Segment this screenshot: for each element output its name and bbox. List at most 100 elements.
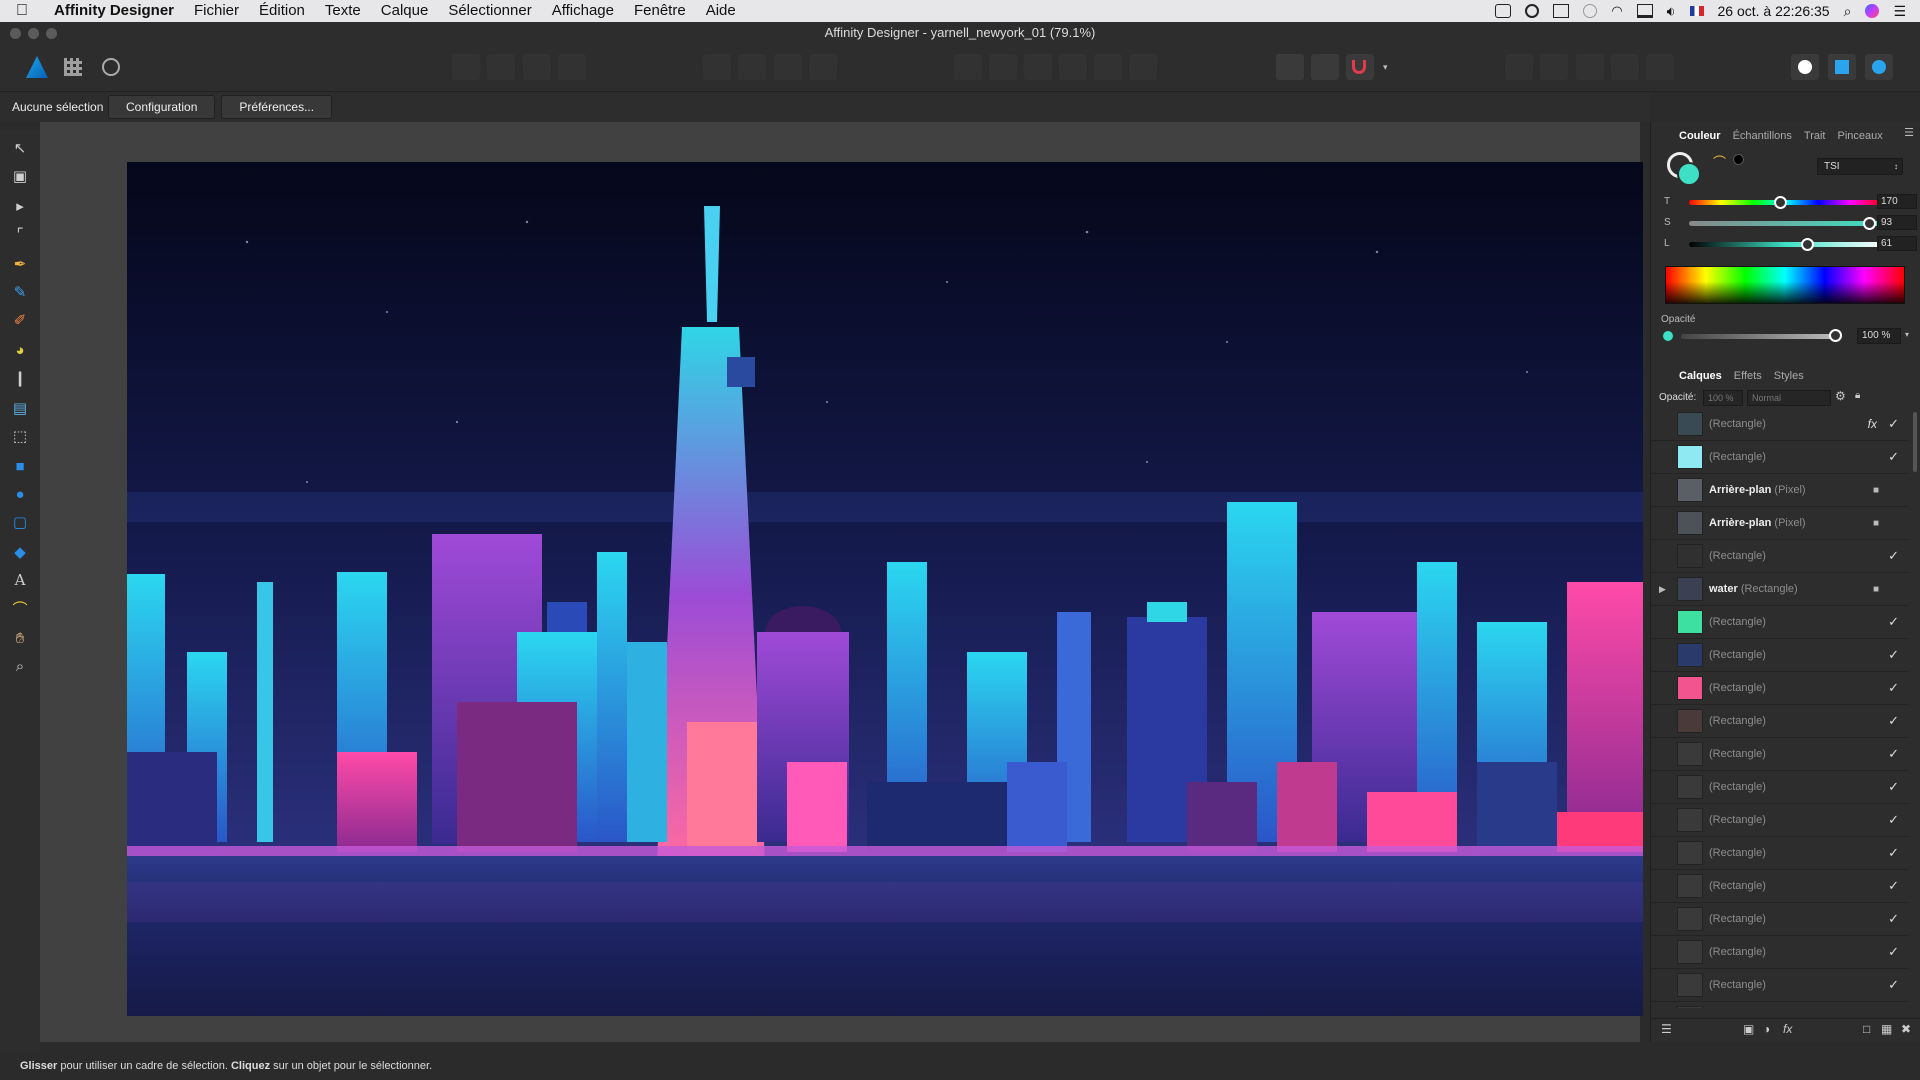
layer-row[interactable]: (Rectangle) ✓ (1651, 441, 1909, 474)
layer-visibility-checkbox[interactable]: ✓ (1888, 911, 1899, 927)
align-top-button[interactable] (1059, 54, 1087, 80)
text-tool-icon[interactable]: A (10, 570, 30, 590)
layer-lock-icon[interactable]: ■ (1873, 485, 1879, 496)
layers-scrollbar[interactable] (1913, 412, 1917, 472)
menu-calque[interactable]: Calque (371, 0, 439, 22)
add-layer-icon[interactable]: □ (1863, 1022, 1870, 1036)
layer-row[interactable]: (Rectangle) ✓ (1651, 936, 1909, 969)
tab-calques[interactable]: Calques (1673, 370, 1728, 382)
close-window-button[interactable] (10, 28, 21, 39)
boolean-intersect-button[interactable] (1576, 54, 1604, 80)
siri-icon[interactable] (1865, 4, 1880, 18)
flip-horizontal-button[interactable] (703, 54, 731, 80)
flag-fr-icon[interactable] (1689, 6, 1704, 16)
mask-layer-icon[interactable]: ▣ (1743, 1022, 1754, 1036)
layer-visibility-checkbox[interactable]: ✓ (1888, 416, 1899, 432)
transparency-tool-icon[interactable]: ❙ (10, 368, 30, 388)
pen-tool-icon[interactable]: ✒ (10, 254, 30, 274)
insert-inside-icon[interactable] (1791, 54, 1819, 80)
layer-fx-icon[interactable]: fx (1868, 417, 1877, 431)
blend-mode-select[interactable]: Normal (1747, 390, 1831, 406)
export-persona-icon[interactable] (102, 58, 120, 76)
saturation-track[interactable] (1689, 221, 1883, 226)
boolean-xor-button[interactable] (1611, 54, 1639, 80)
configuration-button[interactable]: Configuration (108, 95, 216, 119)
layer-row[interactable]: (Rectangle) ✓ (1651, 969, 1909, 1002)
layer-visibility-checkbox[interactable]: ✓ (1888, 548, 1899, 564)
time-machine-icon[interactable] (1583, 4, 1598, 18)
eyedropper-icon[interactable]: ⌒ (1713, 152, 1726, 171)
layer-visibility-checkbox[interactable]: ✓ (1888, 746, 1899, 762)
hue-knob[interactable] (1774, 196, 1788, 209)
layer-visibility-checkbox[interactable]: ✓ (1888, 977, 1899, 993)
align-bottom-button[interactable] (1129, 54, 1157, 80)
layer-visibility-checkbox[interactable]: ✓ (1888, 614, 1899, 630)
node-tool-icon[interactable]: ▸ (10, 196, 30, 216)
ellipse-tool-icon[interactable]: ● (10, 484, 30, 504)
layer-lock-icon[interactable]: 🔒︎ (1855, 390, 1860, 401)
shape-tool-icon[interactable]: ◆ (10, 542, 30, 562)
fill-tool-icon[interactable]: ◕ (10, 340, 30, 360)
creative-cloud-icon[interactable] (1525, 4, 1540, 18)
menu-selectionner[interactable]: Sélectionner (438, 0, 541, 22)
layer-lock-icon[interactable]: ■ (1873, 584, 1879, 595)
saturation-value[interactable]: 93 (1877, 215, 1917, 230)
layer-row[interactable]: ▶ water (Rectangle) ■ (1651, 573, 1909, 606)
rounded-rectangle-tool-icon[interactable]: ▢ (10, 512, 30, 532)
flip-vertical-button[interactable] (738, 54, 766, 80)
layer-row[interactable]: (Rectangle) ✓ (1651, 738, 1909, 771)
layer-row[interactable]: (Rectangle) fx ✓ (1651, 408, 1909, 441)
wifi-icon[interactable]: ◠ (1611, 3, 1622, 19)
menu-app[interactable]: Affinity Designer (42, 0, 184, 22)
layer-visibility-checkbox[interactable]: ✓ (1888, 845, 1899, 861)
layer-row[interactable]: (Rectangle) ✓ (1651, 705, 1909, 738)
fill-swatch[interactable] (1677, 162, 1701, 186)
notification-center-icon[interactable]: ☰ (1893, 3, 1906, 20)
layer-visibility-checkbox[interactable]: ✓ (1888, 647, 1899, 663)
add-pixel-layer-icon[interactable]: ▦ (1881, 1022, 1892, 1036)
corner-tool-icon[interactable]: ⌜ (10, 224, 30, 244)
boolean-divide-button[interactable] (1646, 54, 1674, 80)
snapping-magnet-icon[interactable] (1346, 54, 1374, 80)
align-left-button[interactable] (954, 54, 982, 80)
zoom-tool-icon[interactable]: ⌕ (10, 656, 30, 676)
snapping-options-icon[interactable] (1311, 54, 1339, 80)
layer-visibility-checkbox[interactable]: ✓ (1888, 779, 1899, 795)
color-picker-tool-icon[interactable]: ⌒ (10, 598, 30, 618)
vector-brush-tool-icon[interactable]: ✐ (10, 310, 30, 330)
adjustment-layer-icon[interactable]: ◑ (1763, 1022, 1770, 1036)
artboard-newyork-illustration[interactable] (127, 162, 1643, 1016)
task-icon[interactable] (1495, 4, 1512, 18)
delete-layer-icon[interactable]: ✖ (1901, 1022, 1911, 1036)
layer-visibility-checkbox[interactable]: ✓ (1888, 449, 1899, 465)
color-model-select[interactable]: TSI ↕ (1817, 158, 1903, 175)
arrange-front-button[interactable] (558, 54, 586, 80)
insert-behind-icon[interactable] (1828, 54, 1856, 80)
arrange-forward-button[interactable] (523, 54, 551, 80)
layer-visibility-checkbox[interactable]: ✓ (1888, 713, 1899, 729)
rotate-right-button[interactable] (809, 54, 837, 80)
layers-opacity-field[interactable]: 100 % (1703, 390, 1743, 406)
clock-text[interactable]: 26 oct. à 22:26:35 (1718, 3, 1830, 19)
spotlight-search-icon[interactable]: ⌕ (1844, 3, 1852, 20)
apple-icon[interactable]:  (16, 2, 42, 20)
menu-edition[interactable]: Édition (249, 0, 315, 22)
pixel-persona-icon[interactable] (64, 58, 82, 76)
align-middle-button[interactable] (1094, 54, 1122, 80)
place-image-tool-icon[interactable]: ▤ (10, 398, 30, 418)
panel-menu-icon[interactable]: ☰ (1904, 126, 1914, 139)
menu-aide[interactable]: Aide (696, 0, 746, 22)
menu-affichage[interactable]: Affichage (542, 0, 624, 22)
volume-icon[interactable]: 🔉︎ (1667, 3, 1676, 20)
luminosity-knob[interactable] (1801, 238, 1815, 251)
tab-pinceaux[interactable]: Pinceaux (1831, 130, 1888, 142)
menu-texte[interactable]: Texte (315, 0, 371, 22)
opacity-track[interactable] (1681, 334, 1835, 339)
opacity-dropdown-icon[interactable]: ▾ (1905, 330, 1909, 339)
color-spectrum[interactable] (1665, 266, 1905, 304)
menu-fichier[interactable]: Fichier (184, 0, 249, 22)
airplay-icon[interactable] (1636, 4, 1653, 18)
layer-row[interactable]: Arrière-plan (Pixel) ■ (1651, 507, 1909, 540)
align-right-button[interactable] (1024, 54, 1052, 80)
layer-lock-icon[interactable]: ■ (1873, 518, 1879, 529)
